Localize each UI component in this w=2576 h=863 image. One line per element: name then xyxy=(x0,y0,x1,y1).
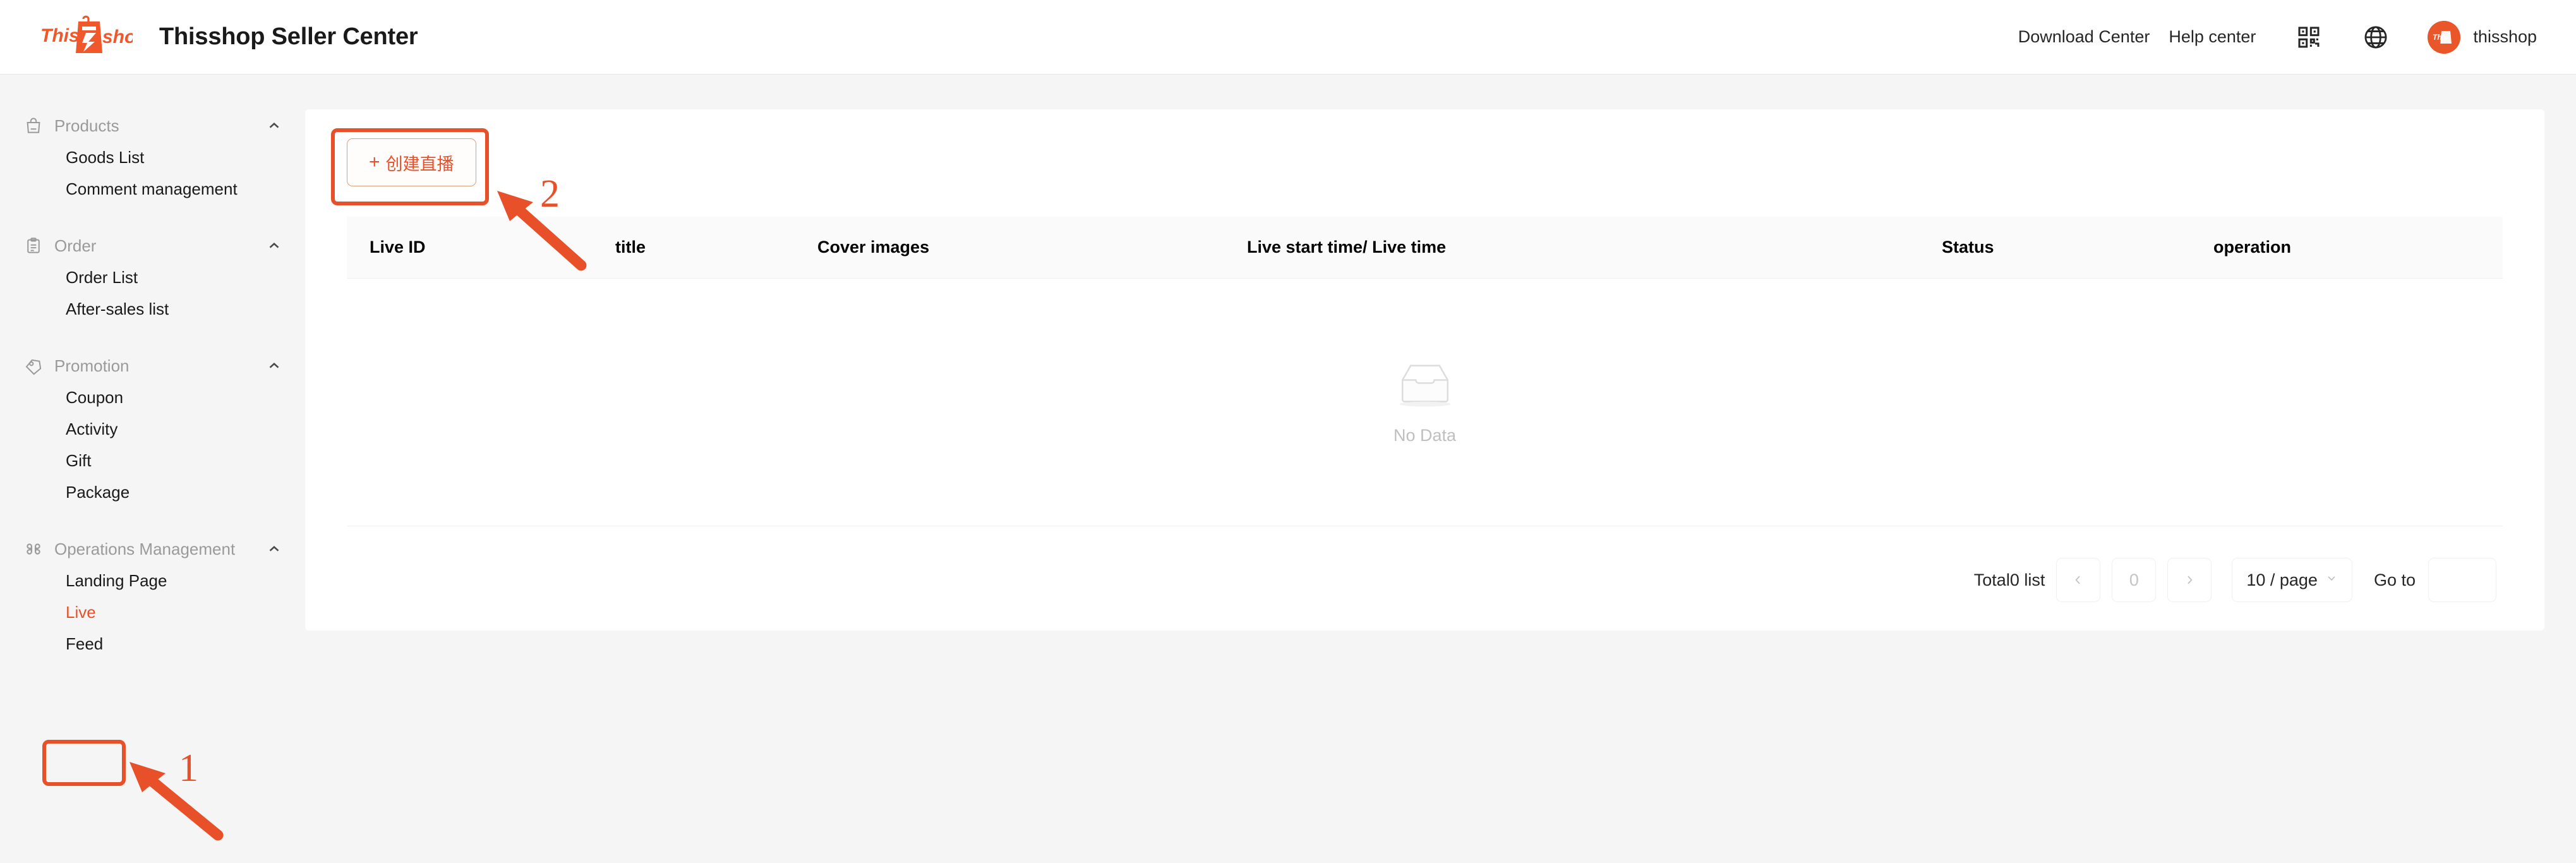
column-header-live-time: Live start time/ Live time xyxy=(1247,238,1447,256)
table-header-row: Live ID title Cover images Live start ti… xyxy=(347,217,2503,279)
sidebar-group-operations-management[interactable]: Operations Management xyxy=(0,533,305,565)
qr-code-icon[interactable] xyxy=(2295,23,2323,51)
svg-text:This: This xyxy=(2433,33,2448,42)
column-header-live-id: Live ID xyxy=(370,238,426,256)
pagination-next-button[interactable] xyxy=(2167,558,2212,602)
sidebar: Products Goods List Comment management O… xyxy=(0,75,305,863)
header-actions: Download Center Help center This thissho… xyxy=(2018,20,2537,54)
pagination-total: Total0 list xyxy=(1973,570,2045,589)
live-list-card: + 创建直播 Live ID title Cover images Live s… xyxy=(305,109,2544,631)
column-header-status: Status xyxy=(1942,238,1994,256)
sidebar-item-goods-list[interactable]: Goods List xyxy=(0,142,305,173)
page-size-label: 10 / page xyxy=(2246,570,2318,589)
thisshop-logo-icon: This shop xyxy=(39,14,133,61)
goto-label: Go to xyxy=(2373,570,2416,589)
chevron-up-icon xyxy=(266,358,282,374)
brand-block: This shop Thisshop Seller Center xyxy=(39,14,418,61)
svg-text:This: This xyxy=(40,25,80,46)
sidebar-item-feed[interactable]: Feed xyxy=(0,628,305,660)
sidebar-group-products[interactable]: Products xyxy=(0,110,305,142)
column-header-cover-images: Cover images xyxy=(817,238,930,256)
card-body: + 创建直播 Live ID title Cover images Live s… xyxy=(305,109,2544,634)
sidebar-item-live[interactable]: Live xyxy=(0,596,305,628)
main-content: + 创建直播 Live ID title Cover images Live s… xyxy=(305,75,2576,863)
plus-icon: + xyxy=(369,152,380,172)
sidebar-item-after-sales-list[interactable]: After-sales list xyxy=(0,293,305,325)
user-name: thisshop xyxy=(2473,27,2537,46)
chevron-up-icon xyxy=(266,541,282,557)
sidebar-item-landing-page[interactable]: Landing Page xyxy=(0,565,305,596)
chevron-right-icon xyxy=(2188,576,2193,584)
command-grid-icon xyxy=(23,538,44,560)
live-table: Live ID title Cover images Live start ti… xyxy=(347,217,2503,634)
sidebar-group-label: Order xyxy=(54,236,97,255)
help-center-link[interactable]: Help center xyxy=(2169,27,2256,47)
column-header-operation: operation xyxy=(2213,238,2292,256)
sidebar-item-activity[interactable]: Activity xyxy=(0,413,305,445)
shopping-bag-icon xyxy=(23,115,44,136)
clipboard-icon xyxy=(23,235,44,256)
page-size-select[interactable]: 10 / page xyxy=(2232,558,2352,602)
chevron-left-icon xyxy=(2075,576,2081,584)
chevron-up-icon xyxy=(266,118,282,134)
sidebar-group-order[interactable]: Order xyxy=(0,230,305,262)
sidebar-item-package[interactable]: Package xyxy=(0,476,305,508)
sidebar-group-label: Products xyxy=(54,116,119,135)
empty-box-icon xyxy=(1392,359,1458,412)
app-header: This shop Thisshop Seller Center Downloa… xyxy=(0,0,2576,75)
chevron-up-icon xyxy=(266,238,282,254)
goto-page-input[interactable] xyxy=(2428,558,2496,602)
table-empty-state: No Data xyxy=(347,279,2503,526)
pagination-current-page[interactable]: 0 xyxy=(2112,558,2157,602)
globe-icon[interactable] xyxy=(2362,23,2390,51)
price-tag-icon xyxy=(23,355,44,377)
sidebar-group-label: Operations Management xyxy=(54,539,236,558)
pagination: Total0 list 0 10 / page Go to xyxy=(347,526,2503,634)
sidebar-item-coupon[interactable]: Coupon xyxy=(0,382,305,413)
create-live-button[interactable]: + 创建直播 xyxy=(347,138,476,186)
create-live-label: 创建直播 xyxy=(385,154,454,174)
sidebar-item-gift[interactable]: Gift xyxy=(0,445,305,476)
download-center-link[interactable]: Download Center xyxy=(2018,27,2150,47)
sidebar-item-comment-management[interactable]: Comment management xyxy=(0,173,305,205)
sidebar-group-promotion[interactable]: Promotion xyxy=(0,350,305,382)
chevron-down-icon xyxy=(2325,572,2338,588)
column-header-title: title xyxy=(615,238,646,256)
svg-text:shop: shop xyxy=(102,27,133,47)
avatar: This xyxy=(2428,20,2461,54)
pagination-prev-button[interactable] xyxy=(2056,558,2101,602)
user-menu[interactable]: This thisshop xyxy=(2428,20,2537,54)
empty-state-text: No Data xyxy=(1393,425,1457,445)
sidebar-item-order-list[interactable]: Order List xyxy=(0,262,305,293)
app-title: Thisshop Seller Center xyxy=(159,23,418,50)
sidebar-group-label: Promotion xyxy=(54,356,129,375)
